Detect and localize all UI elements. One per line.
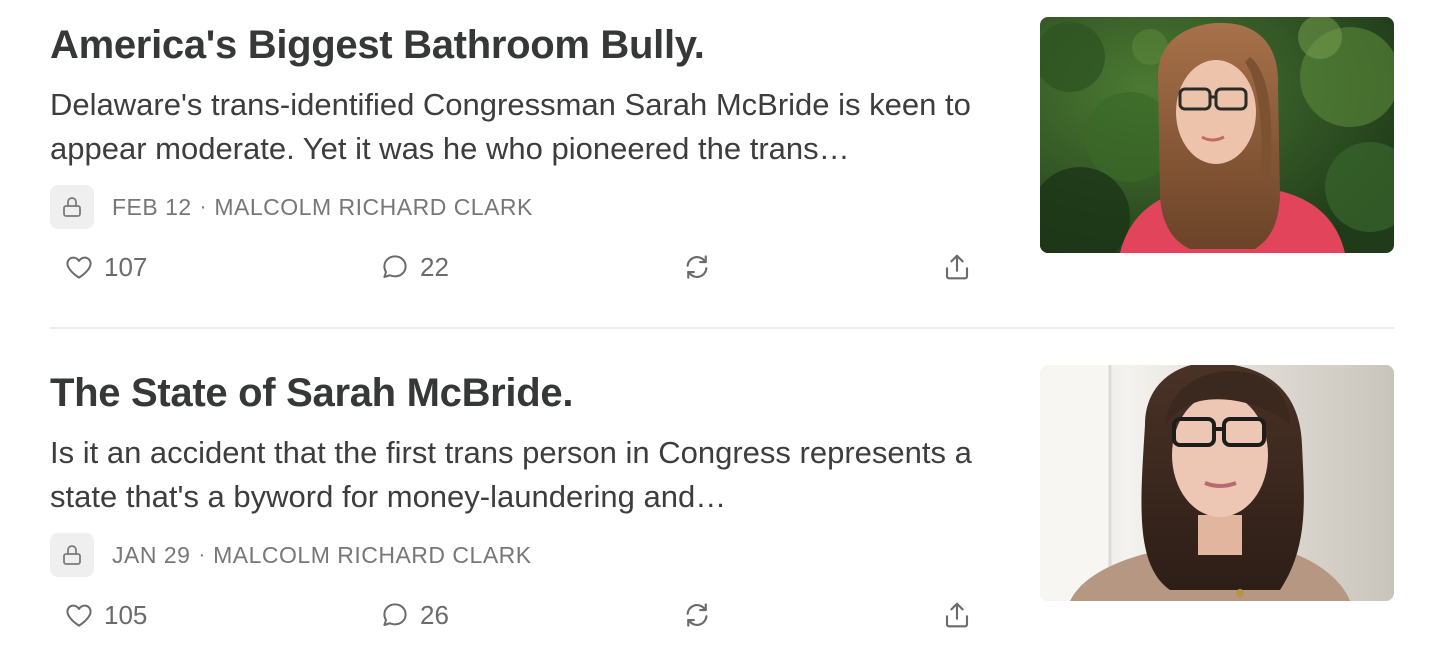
share-icon	[945, 254, 969, 280]
post-date: FEB 12	[112, 193, 192, 220]
lock-icon	[63, 545, 81, 565]
comment-icon	[383, 255, 407, 278]
comment-count: 22	[420, 251, 449, 282]
like-button[interactable]: 107	[64, 245, 147, 289]
comment-button[interactable]: 22	[380, 245, 449, 289]
comment-count: 26	[420, 599, 449, 630]
heart-icon	[66, 604, 92, 627]
post-item[interactable]: The State of Sarah McBride. Is it an acc…	[50, 365, 1394, 665]
post-thumbnail[interactable]	[1040, 365, 1394, 601]
post-meta: JAN 29 · MALCOLM RICHARD CLARK	[50, 533, 532, 577]
post-meta: FEB 12 · MALCOLM RICHARD CLARK	[50, 185, 533, 229]
like-count: 105	[104, 599, 148, 630]
post-author[interactable]: MALCOLM RICHARD CLARK	[214, 194, 533, 221]
post-thumbnail[interactable]	[1040, 17, 1394, 253]
restack-button[interactable]	[682, 245, 712, 289]
comment-icon	[383, 603, 407, 626]
post-divider	[50, 327, 1394, 329]
like-count: 107	[104, 251, 148, 282]
share-button[interactable]	[942, 593, 972, 637]
share-button[interactable]	[942, 245, 972, 289]
meta-separator: ·	[198, 543, 206, 566]
post-author[interactable]: MALCOLM RICHARD CLARK	[213, 542, 532, 569]
meta-separator: ·	[199, 195, 207, 218]
paywall-badge	[50, 533, 94, 577]
post-actions: 105 26	[50, 593, 980, 637]
like-button[interactable]: 105	[64, 593, 147, 637]
restack-icon	[686, 255, 708, 279]
post-date: JAN 29	[112, 541, 191, 568]
post-item[interactable]: America's Biggest Bathroom Bully. Delawa…	[50, 17, 1394, 317]
restack-icon	[686, 603, 708, 627]
post-subtitle: Is it an accident that the first trans p…	[50, 435, 972, 514]
comment-button[interactable]: 26	[380, 593, 449, 637]
post-title[interactable]: America's Biggest Bathroom Bully.	[50, 21, 1010, 69]
share-icon	[945, 602, 969, 628]
lock-icon	[63, 197, 81, 217]
paywall-badge	[50, 185, 94, 229]
woman-glasses-pink-top-outdoors-photo	[1040, 17, 1394, 253]
restack-button[interactable]	[682, 593, 712, 637]
post-actions: 107 22	[50, 245, 980, 289]
post-subtitle: Delaware's trans-identified Congressman …	[50, 87, 971, 166]
post-title[interactable]: The State of Sarah McBride.	[50, 369, 1010, 417]
woman-glasses-portrait-photo	[1040, 365, 1394, 601]
heart-icon	[66, 256, 92, 279]
